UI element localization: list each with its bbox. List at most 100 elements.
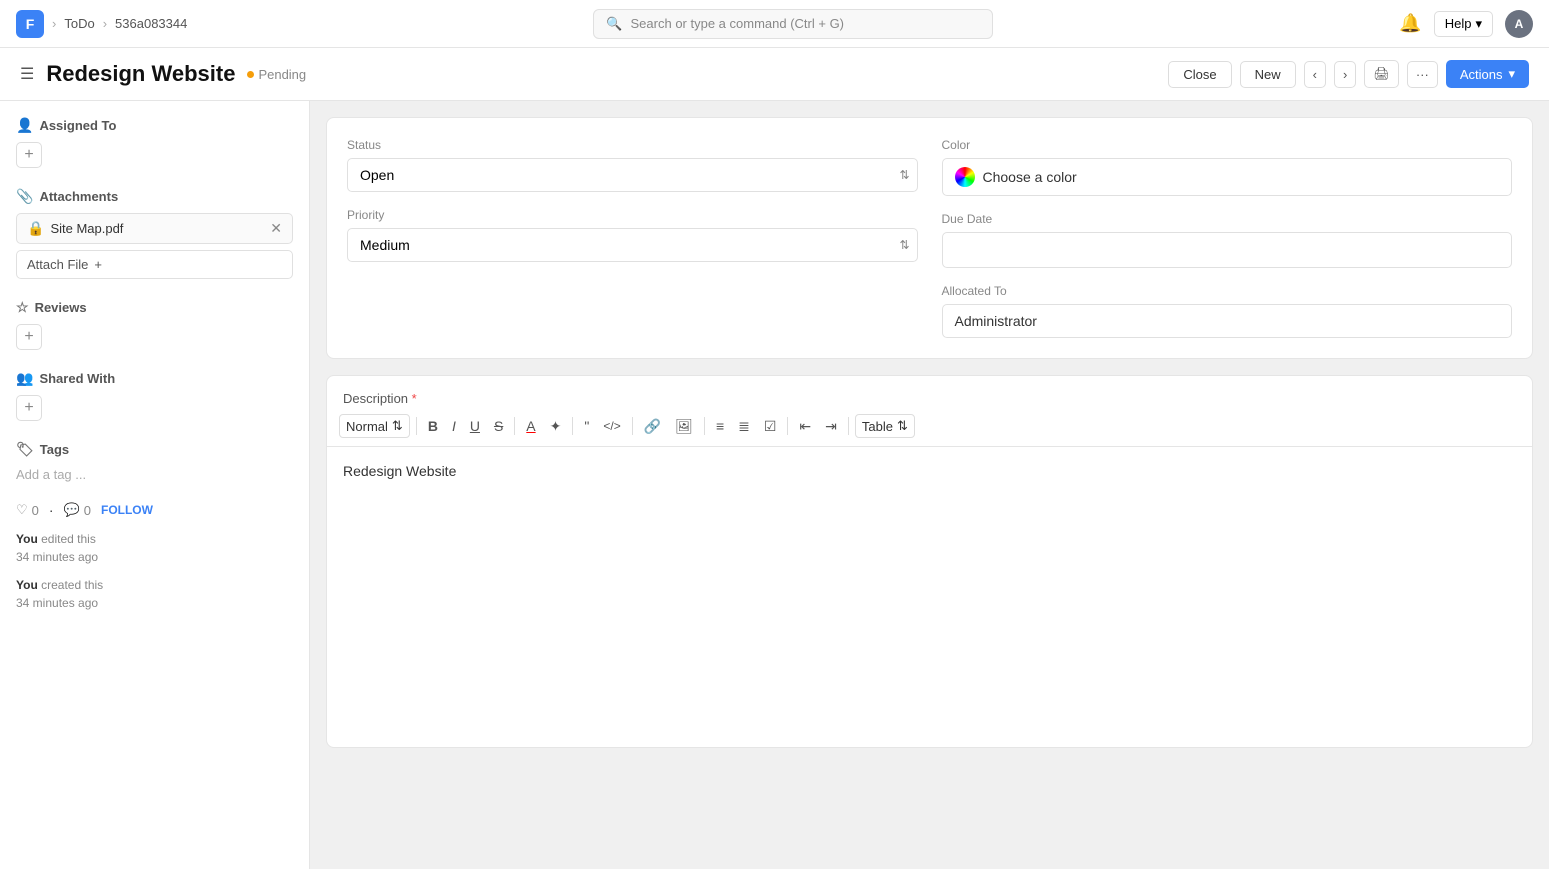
- outdent-button[interactable]: ⇤: [794, 415, 816, 438]
- text-style-arrow-icon: ⇅: [392, 418, 403, 434]
- breadcrumb-sep-2: ›: [103, 16, 107, 31]
- tag-icon: 🏷: [16, 441, 34, 458]
- comment-icon: 💬: [64, 502, 80, 518]
- sidebar-stats: ♡ 0 · 💬 0 FOLLOW: [16, 502, 293, 518]
- breadcrumb-todo[interactable]: ToDo: [64, 16, 94, 31]
- tags-title: 🏷 Tags: [16, 441, 293, 458]
- shared-icon: 👥: [16, 370, 33, 387]
- due-date-input[interactable]: [942, 232, 1513, 268]
- attach-file-button[interactable]: Attach File +: [16, 250, 293, 279]
- next-button[interactable]: ›: [1334, 61, 1356, 88]
- description-header: Description *: [327, 376, 1532, 406]
- color-group: Color Choose a color: [942, 138, 1513, 196]
- table-arrow-icon: ⇅: [897, 418, 908, 434]
- color-wheel-icon: [955, 167, 975, 187]
- assigned-to-title: 👤 Assigned To: [16, 117, 293, 134]
- toolbar-divider-5: [704, 417, 705, 435]
- add-assigned-button[interactable]: +: [16, 142, 42, 168]
- activity-item-1: You created this 34 minutes ago: [16, 576, 293, 612]
- actions-chevron-icon: ▾: [1508, 66, 1515, 82]
- table-select[interactable]: Table ⇅: [855, 414, 915, 438]
- blockquote-button[interactable]: ": [579, 415, 594, 437]
- activity-action-1: created this: [41, 578, 103, 592]
- text-style-label: Normal: [346, 419, 388, 434]
- allocated-to-group: Allocated To Administrator: [942, 284, 1513, 338]
- checklist-button[interactable]: ☑: [759, 415, 782, 438]
- file-icon: 🔒: [27, 220, 44, 237]
- attachment-name: 🔒 Site Map.pdf: [27, 220, 123, 237]
- bold-button[interactable]: B: [423, 415, 443, 437]
- link-button[interactable]: 🔗: [639, 415, 666, 438]
- color-placeholder-text: Choose a color: [983, 169, 1077, 185]
- color-picker[interactable]: Choose a color: [942, 158, 1513, 196]
- new-button[interactable]: New: [1240, 61, 1296, 88]
- status-dot-icon: [247, 71, 254, 78]
- code-button[interactable]: </>: [598, 416, 625, 436]
- avatar[interactable]: A: [1505, 10, 1533, 38]
- notifications-icon[interactable]: 🔔: [1399, 13, 1421, 34]
- highlight-button[interactable]: ✦: [545, 415, 567, 438]
- sidebar: 👤 Assigned To + 📎 Attachments 🔒 Site Map…: [0, 101, 310, 869]
- indent-button[interactable]: ⇥: [820, 415, 842, 438]
- due-date-label: Due Date: [942, 212, 1513, 226]
- comments-count: 0: [84, 503, 91, 518]
- toolbar-divider-3: [572, 417, 573, 435]
- add-review-button[interactable]: +: [16, 324, 42, 350]
- page-container: ☰ Redesign Website Pending Close New ‹ ›…: [0, 48, 1549, 869]
- font-color-button[interactable]: A: [521, 415, 540, 437]
- more-options-button[interactable]: ···: [1407, 61, 1438, 88]
- image-button[interactable]: 🖼: [670, 415, 698, 438]
- color-label: Color: [942, 138, 1513, 152]
- tags-label: Tags: [40, 442, 69, 457]
- table-label: Table: [862, 419, 893, 434]
- actions-label: Actions: [1460, 67, 1503, 82]
- attachments-label: Attachments: [39, 189, 118, 204]
- ordered-list-button[interactable]: ≡: [711, 415, 729, 437]
- description-label: Description *: [343, 391, 417, 406]
- attachment-item: 🔒 Site Map.pdf ✕: [16, 213, 293, 244]
- help-button[interactable]: Help ▾: [1434, 11, 1493, 37]
- status-badge: Pending: [247, 67, 306, 82]
- actions-button[interactable]: Actions ▾: [1446, 60, 1529, 88]
- search-bar-container[interactable]: 🔍 Search or type a command (Ctrl + G): [593, 9, 993, 39]
- search-icon: 🔍: [606, 16, 622, 32]
- comments-stat: 💬 0: [64, 502, 91, 518]
- attachments-section: 📎 Attachments 🔒 Site Map.pdf ✕ Attach Fi…: [16, 188, 293, 279]
- status-group: Status Open Closed Pending ⇅: [347, 138, 918, 192]
- follow-button[interactable]: FOLLOW: [101, 503, 153, 517]
- add-shared-button[interactable]: +: [16, 395, 42, 421]
- help-chevron-icon: ▾: [1475, 16, 1482, 32]
- underline-button[interactable]: U: [465, 415, 485, 437]
- add-tag-text[interactable]: Add a tag ...: [16, 467, 86, 482]
- reviews-title: ☆ Reviews: [16, 299, 293, 316]
- main-content: Status Open Closed Pending ⇅: [310, 101, 1549, 869]
- breadcrumb-id[interactable]: 536a083344: [115, 16, 187, 31]
- editor-content: Redesign Website: [343, 463, 1516, 479]
- sidebar-toggle-icon[interactable]: ☰: [20, 64, 34, 84]
- print-button[interactable]: 🖨: [1364, 60, 1399, 88]
- status-text: Pending: [258, 67, 306, 82]
- priority-select[interactable]: Medium Low High: [347, 228, 918, 262]
- activity-time-0: 34 minutes ago: [16, 550, 98, 564]
- toolbar-divider-4: [632, 417, 633, 435]
- unordered-list-button[interactable]: ≣: [733, 415, 755, 438]
- tags-section: 🏷 Tags Add a tag ...: [16, 441, 293, 482]
- editor-body[interactable]: Redesign Website: [327, 447, 1532, 747]
- attachments-title: 📎 Attachments: [16, 188, 293, 205]
- toolbar-divider-6: [787, 417, 788, 435]
- activity-list: You edited this 34 minutes ago You creat…: [16, 530, 293, 612]
- strikethrough-button[interactable]: S: [489, 415, 508, 437]
- editor-toolbar: Normal ⇅ B I U S A ✦ " </> 🔗 🖼: [327, 406, 1532, 447]
- attachment-remove-button[interactable]: ✕: [270, 220, 282, 237]
- close-button[interactable]: Close: [1168, 61, 1231, 88]
- reviews-label: Reviews: [35, 300, 87, 315]
- italic-button[interactable]: I: [447, 415, 461, 437]
- prev-button[interactable]: ‹: [1304, 61, 1326, 88]
- form-grid: Status Open Closed Pending ⇅: [347, 138, 1512, 338]
- status-select[interactable]: Open Closed Pending: [347, 158, 918, 192]
- app-logo[interactable]: F: [16, 10, 44, 38]
- text-style-select[interactable]: Normal ⇅: [339, 414, 410, 438]
- navbar-left: F › ToDo › 536a083344: [16, 10, 187, 38]
- star-icon: ☆: [16, 299, 29, 316]
- search-bar[interactable]: 🔍 Search or type a command (Ctrl + G): [593, 9, 993, 39]
